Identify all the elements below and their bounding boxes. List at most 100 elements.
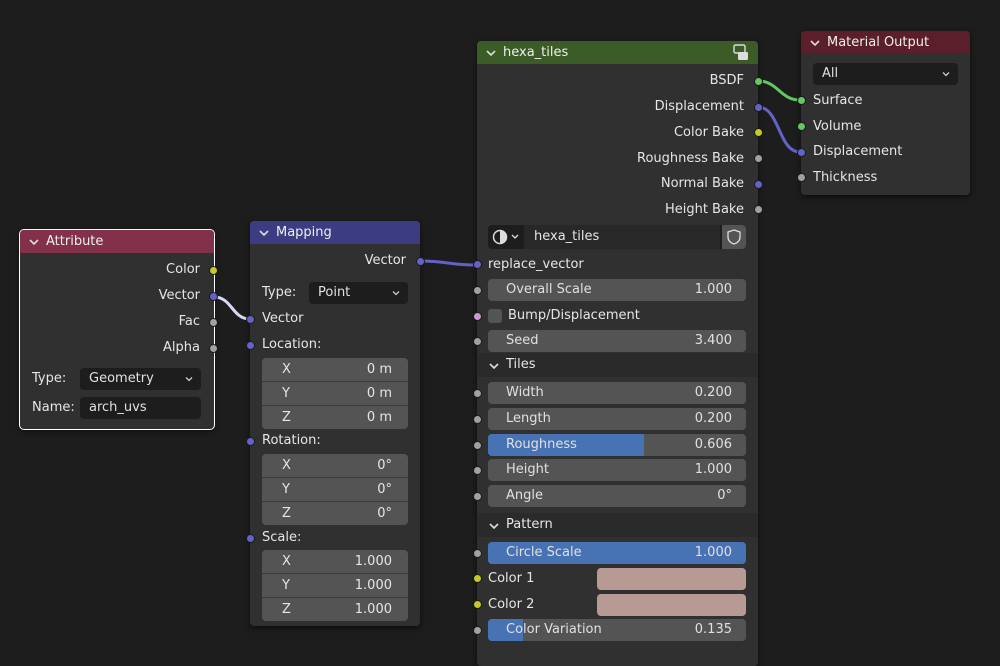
location-fields[interactable]: X 0 m Y 0 m Z 0 m — [262, 358, 408, 429]
material-output-header[interactable]: Material Output — [801, 31, 970, 54]
output-alpha-socket[interactable] — [209, 344, 218, 353]
width-field[interactable]: Width 0.200 — [488, 382, 746, 404]
fake-user-button[interactable] — [722, 225, 746, 249]
output-color-bake-socket[interactable] — [754, 128, 763, 137]
input-vector-socket[interactable] — [246, 315, 255, 324]
output-vector-socket[interactable] — [416, 257, 425, 266]
color2-label: Color 2 — [488, 597, 535, 612]
attribute-node[interactable]: Attribute Color Vector Fac Alpha Type: G… — [19, 229, 218, 430]
chevron-down-icon[interactable] — [485, 47, 497, 59]
chevron-down-icon — [392, 291, 400, 296]
input-angle-socket[interactable] — [473, 492, 482, 501]
hexa-tiles-node-title: hexa_tiles — [503, 45, 569, 60]
node-group-name[interactable]: hexa_tiles — [524, 225, 720, 249]
pattern-panel-header[interactable]: Pattern — [477, 513, 758, 537]
output-color-label: Color — [166, 262, 200, 277]
seed-field[interactable]: Seed 3.400 — [488, 330, 746, 352]
chevron-down-icon[interactable] — [28, 236, 40, 248]
input-height-socket[interactable] — [473, 466, 482, 475]
input-seed-socket[interactable] — [473, 337, 482, 346]
rotation-z-field[interactable]: Z 0° — [262, 502, 408, 525]
rotation-fields[interactable]: X 0° Y 0° Z 0° — [262, 454, 408, 525]
axis-label: Y — [282, 578, 290, 593]
location-z-field[interactable]: Z 0 m — [262, 406, 408, 429]
input-rotation-socket[interactable] — [246, 437, 255, 446]
chevron-down-icon[interactable] — [809, 37, 821, 49]
field-value: 1.000 — [694, 545, 732, 560]
mapping-node-header[interactable]: Mapping — [250, 221, 420, 244]
field-label: Circle Scale — [506, 545, 582, 560]
input-surface-label: Surface — [813, 93, 863, 108]
input-roughness-socket[interactable] — [473, 441, 482, 450]
output-normal-bake-socket[interactable] — [754, 180, 763, 189]
field-value: 1.000 — [694, 462, 732, 477]
chevron-down-icon — [185, 377, 193, 382]
location-y-field[interactable]: Y 0 m — [262, 382, 408, 406]
name-field[interactable]: arch_uvs — [80, 397, 201, 419]
attribute-node-header[interactable]: Attribute — [20, 230, 214, 253]
color2-swatch[interactable] — [597, 594, 746, 616]
scale-y-field[interactable]: Y 1.000 — [262, 574, 408, 598]
input-location-socket[interactable] — [246, 341, 255, 350]
axis-label: Y — [282, 482, 290, 497]
material-output-node[interactable]: Material Output All Surface Volume Displ… — [797, 31, 970, 195]
node-tree-icon[interactable] — [492, 229, 522, 245]
input-color2-socket[interactable] — [473, 600, 482, 609]
bump-displacement-checkbox[interactable] — [488, 309, 502, 323]
input-width-socket[interactable] — [473, 389, 482, 398]
length-field[interactable]: Length 0.200 — [488, 408, 746, 430]
output-alpha-label: Alpha — [163, 340, 200, 355]
input-length-socket[interactable] — [473, 415, 482, 424]
input-circle-scale-socket[interactable] — [473, 549, 482, 558]
scale-fields[interactable]: X 1.000 Y 1.000 Z 1.000 — [262, 550, 408, 621]
axis-label: X — [282, 458, 291, 473]
tiles-panel-header[interactable]: Tiles — [477, 353, 758, 377]
input-color1-socket[interactable] — [473, 574, 482, 583]
rotation-y-field[interactable]: Y 0° — [262, 478, 408, 502]
output-height-bake-label: Height Bake — [664, 202, 744, 217]
color-variation-field[interactable]: Color Variation 0.135 — [488, 619, 746, 641]
input-volume-socket[interactable] — [797, 122, 806, 131]
type-dropdown[interactable]: Geometry — [80, 368, 201, 390]
input-surface-socket[interactable] — [797, 96, 806, 105]
input-scale-socket[interactable] — [246, 534, 255, 543]
input-overall-scale-socket[interactable] — [473, 286, 482, 295]
axis-label: Y — [282, 386, 290, 401]
hexa-tiles-node[interactable]: hexa_tiles BSDF Displacement Color Bake … — [473, 41, 763, 666]
output-fac-socket[interactable] — [209, 318, 218, 327]
node-group-selector[interactable]: hexa_tiles — [488, 225, 746, 249]
output-height-bake-socket[interactable] — [754, 205, 763, 214]
output-displacement-socket[interactable] — [754, 103, 763, 112]
scale-z-field[interactable]: Z 1.000 — [262, 598, 408, 621]
overall-scale-field[interactable]: Overall Scale 1.000 — [488, 279, 746, 301]
hexa-tiles-node-header[interactable]: hexa_tiles — [477, 41, 758, 64]
input-displacement-label: Displacement — [813, 144, 903, 159]
color1-swatch[interactable] — [597, 568, 746, 590]
input-displacement-socket[interactable] — [797, 148, 806, 157]
mapping-node[interactable]: Mapping Vector Type: Point Vector Locati… — [246, 221, 425, 626]
roughness-field[interactable]: Roughness 0.606 — [488, 434, 746, 456]
angle-field[interactable]: Angle 0° — [488, 485, 746, 507]
target-dropdown[interactable]: All — [813, 63, 958, 85]
input-replace-vector-socket[interactable] — [473, 260, 482, 269]
height-field[interactable]: Height 1.000 — [488, 459, 746, 481]
input-location-label: Location: — [262, 337, 322, 352]
input-bump-socket[interactable] — [473, 312, 482, 321]
type-dropdown[interactable]: Point — [309, 282, 408, 304]
node-editor-canvas[interactable]: Attribute Color Vector Fac Alpha Type: G… — [0, 0, 1000, 666]
input-thickness-socket[interactable] — [797, 173, 806, 182]
field-label: Height — [506, 462, 549, 477]
scale-x-field[interactable]: X 1.000 — [262, 550, 408, 574]
axis-value: 1.000 — [354, 578, 392, 593]
output-vector-socket[interactable] — [209, 292, 218, 301]
input-color-variation-socket[interactable] — [473, 626, 482, 635]
chevron-down-icon[interactable] — [258, 227, 270, 239]
rotation-x-field[interactable]: X 0° — [262, 454, 408, 478]
output-bsdf-socket[interactable] — [754, 77, 763, 86]
output-roughness-bake-socket[interactable] — [754, 154, 763, 163]
output-color-socket[interactable] — [209, 266, 218, 275]
node-group-icon[interactable] — [732, 44, 750, 61]
location-x-field[interactable]: X 0 m — [262, 358, 408, 382]
field-value: 0.200 — [694, 385, 732, 400]
circle-scale-field[interactable]: Circle Scale 1.000 — [488, 542, 746, 564]
